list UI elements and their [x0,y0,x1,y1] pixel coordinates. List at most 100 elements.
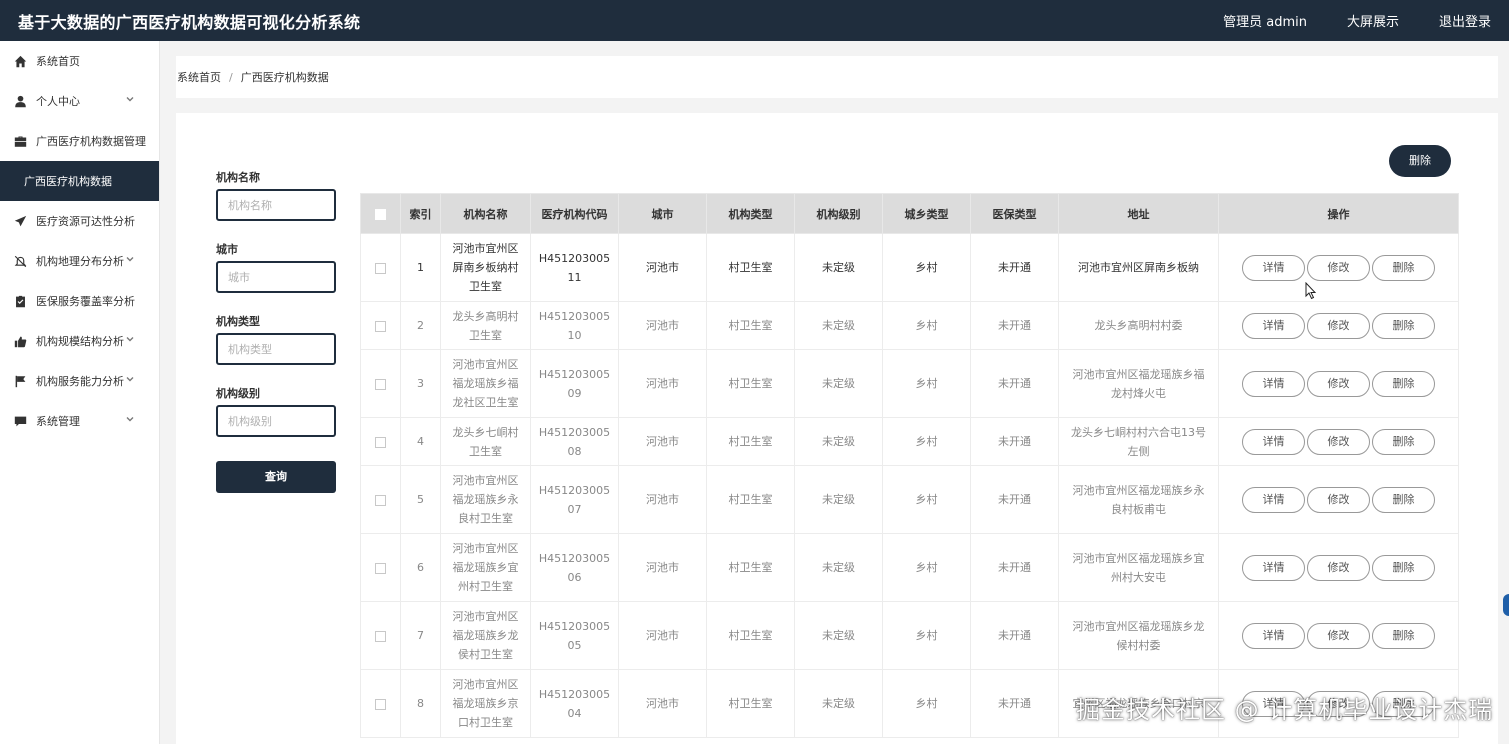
cell-city: 河池市 [618,533,707,602]
chevron-down-icon [125,94,135,104]
row-select-cell [360,533,401,602]
cell-text: 河池市宜州区福龙瑶族乡宜州村卫生室 [452,542,519,593]
cell-text: 未开通 [998,493,1031,506]
column-header[interactable]: 医疗机构代码 [530,193,619,234]
row-checkbox[interactable] [375,262,386,274]
column-header[interactable]: 城乡类型 [882,193,971,234]
type-label: 机构类型 [216,315,260,328]
cell-text: H45120300510 [538,309,611,342]
detail-button[interactable]: 详情 [1242,554,1305,581]
column-header[interactable]: 机构名称 [440,193,531,234]
level-input[interactable] [216,405,336,437]
table-row[interactable]: 6 河池市宜州区福龙瑶族乡宜州村卫生室 H45120300506 河池市 村卫生室 未定级… [360,533,1459,602]
cell-text: 5 [417,493,424,506]
row-checkbox[interactable] [375,436,386,448]
column-header[interactable]: 医保类型 [970,193,1059,234]
delete-button[interactable]: 删除 [1372,486,1435,513]
cell-address: 河池市宜州区屏南乡板纳 [1058,233,1219,302]
detail-button[interactable]: 详情 [1242,254,1305,281]
sidebar-item-home[interactable]: 系统首页 [0,41,159,81]
cell-text: 乡村 [915,261,938,274]
select-all-checkbox[interactable] [375,208,386,220]
delete-button[interactable]: 删除 [1372,254,1435,281]
cell-text: 河池市宜州区福龙瑶族乡宜州村大安屯 [1072,551,1205,584]
sidebar-item-data-management[interactable]: 广西医疗机构数据管理 [0,121,159,161]
detail-button[interactable]: 详情 [1242,486,1305,513]
detail-button[interactable]: 详情 [1242,622,1305,649]
edit-button[interactable]: 修改 [1307,254,1370,281]
detail-button[interactable]: 详情 [1242,370,1305,397]
cell-type: 村卫生室 [706,349,795,418]
sidebar-item-personal-center[interactable]: 个人中心 [0,81,159,121]
sidebar-item-geo-distribution[interactable]: 机构地理分布分析 [0,241,159,281]
cell-text: 村卫生室 [728,493,773,506]
edit-button[interactable]: 修改 [1307,312,1370,339]
edit-button[interactable]: 修改 [1307,428,1370,455]
floating-widget[interactable] [1503,594,1509,616]
cell-city: 河池市 [618,233,707,302]
delete-button[interactable]: 删除 [1372,312,1435,339]
delete-button[interactable]: 删除 [1372,370,1435,397]
column-header[interactable]: 城市 [618,193,707,234]
sidebar-item-accessibility-analysis[interactable]: 医疗资源可达性分析 [0,201,159,241]
sidebar-item-service-capacity[interactable]: 机构服务能力分析 [0,361,159,401]
cell-text: 村卫生室 [728,561,773,574]
row-checkbox[interactable] [375,698,386,710]
edit-button[interactable]: 修改 [1307,370,1370,397]
sidebar-item-institution-data[interactable]: 广西医疗机构数据 [0,161,159,201]
name-input[interactable] [216,189,336,221]
query-button[interactable]: 查询 [216,461,336,493]
edit-button[interactable]: 修改 [1307,554,1370,581]
cell-text: 河池市宜州区福龙瑶族乡永良村板甫屯 [1072,483,1205,516]
admin-user-link[interactable]: 管理员 admin [1223,11,1307,30]
cell-index: 2 [400,301,441,350]
cell-actions: 详情 修改 删除 [1218,233,1459,302]
breadcrumb-home-link[interactable]: 系统首页 [177,69,221,85]
table-row[interactable]: 3 河池市宜州区福龙瑶族乡福龙社区卫生室 H45120300509 河池市 村卫生室 未定… [360,349,1459,418]
type-input[interactable] [216,333,336,365]
cell-area: 乡村 [882,533,971,602]
delete-button[interactable]: 删除 [1372,554,1435,581]
logout-link[interactable]: 退出登录 [1439,11,1491,30]
bell-off-icon [12,254,28,268]
bigscreen-link[interactable]: 大屏展示 [1347,11,1399,30]
city-input[interactable] [216,261,336,293]
cell-city: 河池市 [618,301,707,350]
select-all-cell [360,193,401,234]
table-row[interactable]: 7 河池市宜州区福龙瑶族乡龙侯村卫生室 H45120300505 河池市 村卫生室 未定级… [360,601,1459,670]
column-header[interactable]: 地址 [1058,193,1219,234]
table-row[interactable]: 2 龙头乡高明村卫生室 H45120300510 河池市 村卫生室 未定级 乡村 未开通 龙头乡… [360,301,1459,350]
delete-button[interactable]: 删除 [1372,622,1435,649]
detail-button[interactable]: 详情 [1242,428,1305,455]
column-header[interactable]: 机构类型 [706,193,795,234]
column-header[interactable]: 机构级别 [794,193,883,234]
row-select-cell [360,669,401,738]
row-checkbox[interactable] [375,630,386,642]
edit-button[interactable]: 修改 [1307,622,1370,649]
cell-name: 河池市宜州区福龙瑶族乡京口村卫生室 [440,669,531,738]
cell-text: 乡村 [915,377,938,390]
row-checkbox[interactable] [375,494,386,506]
cell-text: 村卫生室 [728,319,773,332]
table-row[interactable]: 4 龙头乡七峒村卫生室 H45120300508 河池市 村卫生室 未定级 乡村 未开通 龙头乡… [360,417,1459,466]
detail-button[interactable]: 详情 [1242,312,1305,339]
row-checkbox[interactable] [375,378,386,390]
sidebar-item-scale-structure[interactable]: 机构规模结构分析 [0,321,159,361]
sidebar-item-system-management[interactable]: 系统管理 [0,401,159,441]
edit-button[interactable]: 修改 [1307,486,1370,513]
delete-button[interactable]: 删除 [1372,428,1435,455]
sidebar-item-insurance-coverage[interactable]: 医保服务覆盖率分析 [0,281,159,321]
sidebar-item-label: 广西医疗机构数据 [24,175,112,188]
row-select-cell [360,465,401,534]
row-checkbox[interactable] [375,320,386,332]
sidebar-item-label: 系统管理 [36,415,80,428]
cell-area: 乡村 [882,669,971,738]
send-icon [12,214,28,228]
batch-delete-button[interactable]: 删除 [1389,145,1451,177]
table-row[interactable]: 5 河池市宜州区福龙瑶族乡永良村卫生室 H45120300507 河池市 村卫生室 未定级… [360,465,1459,534]
table-row[interactable]: 1 河池市宜州区屏南乡板纳村卫生室 H45120300511 河池市 村卫生室 未定级 乡村… [360,233,1459,302]
cell-insurance: 未开通 [970,465,1059,534]
column-header[interactable]: 索引 [400,193,441,234]
row-checkbox[interactable] [375,562,386,574]
cell-actions: 详情 修改 删除 [1218,465,1459,534]
